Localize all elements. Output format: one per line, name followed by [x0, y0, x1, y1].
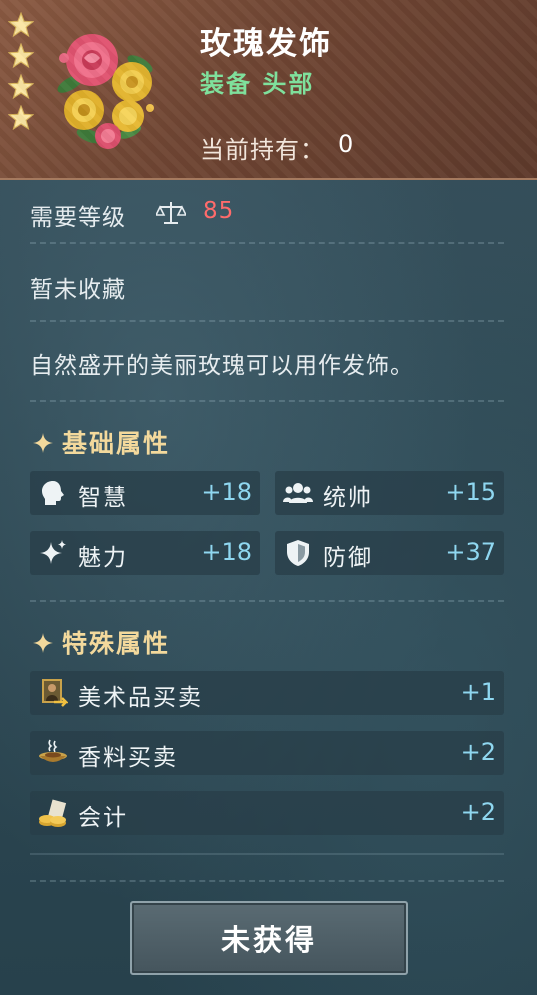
stat-name: 防御 [323, 545, 373, 571]
divider [30, 242, 504, 244]
sparkle-icon [40, 540, 66, 564]
stat-name: 美术品买卖 [78, 685, 203, 711]
divider [30, 320, 504, 322]
group-icon [283, 483, 313, 503]
spice-icon [39, 739, 67, 762]
stat-value: +1 [460, 678, 496, 706]
head-icon [42, 481, 64, 505]
star-icon [8, 43, 34, 69]
stat-value: +2 [460, 738, 496, 766]
special-row-accounting: 会计 +2 [30, 791, 504, 835]
stat-name: 统帅 [323, 485, 373, 511]
special-attributes-title: 特殊属性 [32, 624, 170, 660]
shield-icon [287, 540, 309, 566]
stat-value: +37 [445, 538, 496, 566]
stat-name: 智慧 [78, 485, 128, 511]
item-name: 玫瑰发饰 [200, 26, 332, 62]
stat-row-charm: 魅力 +18 [30, 531, 260, 575]
stat-row-defense: 防御 +37 [275, 531, 504, 575]
stat-value: +2 [460, 798, 496, 826]
collection-status: 暂未收藏 [30, 277, 126, 303]
divider [30, 400, 504, 402]
star-icon [8, 105, 34, 131]
special-row-art-trade: 美术品买卖 +1 [30, 671, 504, 715]
rose-hair-ornament-image [57, 34, 154, 149]
item-type: 装备 头部 [200, 70, 315, 98]
sparkle-icon [33, 433, 53, 453]
rarity-stars [8, 12, 34, 136]
level-requirement-value: 85 [203, 198, 235, 224]
painting-icon [42, 679, 68, 707]
sparkle-icon [33, 633, 53, 653]
basic-attributes-title: 基础属性 [32, 424, 170, 460]
level-requirement-label: 需要等级 [30, 205, 126, 231]
stat-name: 会计 [78, 805, 128, 831]
scale-icon [156, 202, 186, 224]
stat-value: +18 [201, 478, 252, 506]
star-icon [8, 12, 34, 38]
divider [30, 600, 504, 602]
stat-name: 香料买卖 [78, 745, 178, 771]
stat-value: +15 [445, 478, 496, 506]
basic-attributes-label: 基础属性 [62, 429, 171, 458]
stat-row-wisdom: 智慧 +18 [30, 471, 260, 515]
star-icon [8, 74, 34, 100]
divider [30, 880, 504, 882]
item-header: 玫瑰发饰 装备 头部 当前持有： 0 [0, 0, 537, 180]
not-obtained-button[interactable]: 未获得 [130, 901, 408, 975]
stat-value: +18 [201, 538, 252, 566]
coins-icon [39, 799, 67, 827]
stat-row-command: 统帅 +15 [275, 471, 504, 515]
special-attributes-label: 特殊属性 [62, 629, 171, 658]
stat-name: 魅力 [78, 545, 128, 571]
divider [30, 853, 504, 855]
owned-label: 当前持有： [200, 136, 325, 164]
special-row-spice-trade: 香料买卖 +2 [30, 731, 504, 775]
item-description: 自然盛开的美丽玫瑰可以用作发饰。 [30, 353, 414, 379]
owned-count: 0 [338, 130, 354, 158]
item-tooltip-panel: 玫瑰发饰 装备 头部 当前持有： 0 需要等级 85 暂未收藏 自然盛开的美丽玫… [0, 0, 537, 995]
